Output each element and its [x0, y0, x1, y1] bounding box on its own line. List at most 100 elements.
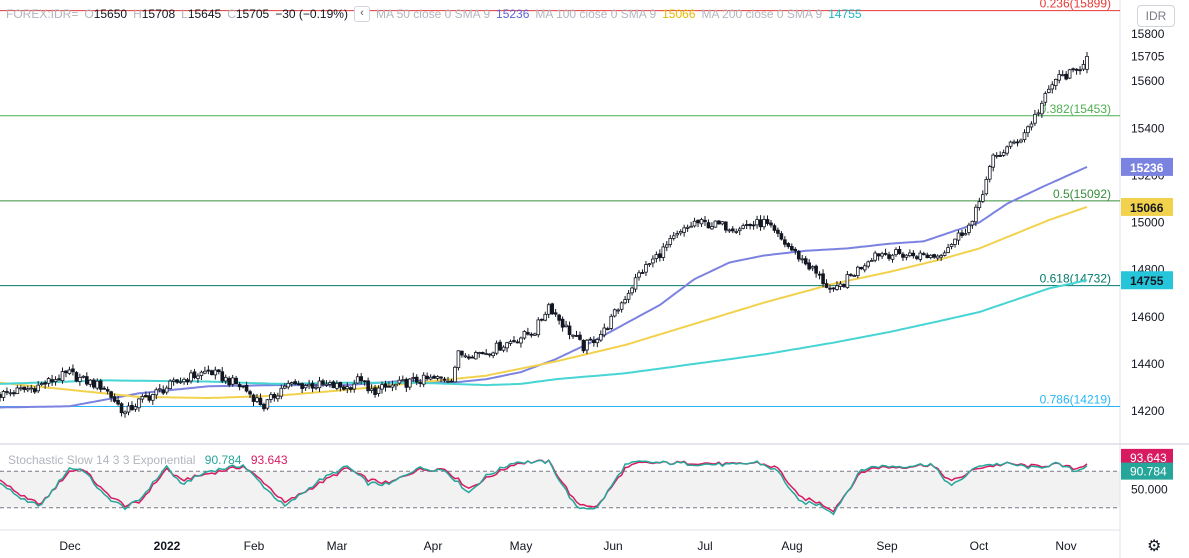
candle-body [428, 376, 433, 380]
candle-body [251, 394, 256, 402]
ma-line[interactable] [0, 279, 1088, 387]
candle-body [859, 267, 864, 270]
candle-body [706, 222, 711, 229]
candle-body [1001, 152, 1006, 156]
candle-body [855, 266, 860, 277]
stochastic-k-value: 90.784 [204, 453, 242, 467]
stochastic-axis-badge-label: 90.784 [1130, 465, 1167, 479]
candle-body [206, 369, 211, 372]
candle-body [970, 220, 975, 226]
candle-body [734, 231, 739, 233]
candle-body [230, 377, 235, 385]
candle-body [539, 318, 544, 321]
candle-body [71, 368, 75, 373]
candle-body [678, 231, 683, 234]
candle-body [130, 404, 134, 411]
candle-body [352, 383, 357, 390]
ma-line[interactable] [0, 205, 1088, 399]
candle-body [612, 309, 617, 317]
candle-body [98, 380, 103, 390]
candle-body [57, 378, 61, 381]
candle-body [189, 372, 193, 382]
candle-body [810, 266, 815, 269]
candle-body [144, 394, 148, 398]
currency-button[interactable]: IDR [1137, 5, 1175, 27]
candle-body [911, 252, 916, 257]
candle-body [25, 388, 30, 391]
gear-icon[interactable]: ⚙ [1147, 536, 1161, 556]
chart-legend: FOREX:IDR= O15650 H15708 L15645 C15705 −… [6, 6, 862, 22]
candle-body [595, 339, 600, 344]
candle-body [574, 335, 579, 337]
candle-body [265, 399, 270, 409]
candle-body [967, 224, 971, 233]
candle-body [414, 376, 419, 383]
candle-body [904, 254, 909, 258]
candle-body [915, 256, 919, 259]
candle-body [692, 220, 697, 227]
ma-line[interactable] [0, 165, 1088, 409]
candle-body [432, 375, 436, 379]
candle-body [814, 265, 818, 274]
candle-body [446, 380, 450, 383]
ma200-label[interactable]: MA 200 close 0 SMA 9 [702, 7, 823, 21]
candle-body [310, 383, 315, 389]
candle-body [473, 352, 478, 360]
candle-body [102, 387, 106, 390]
candle-body [605, 328, 610, 330]
candle-body [168, 380, 172, 389]
candle-body [109, 391, 113, 398]
candle-body [564, 324, 568, 328]
candle-body [182, 378, 186, 383]
candle-body [776, 229, 780, 234]
candle-body [981, 194, 985, 202]
close-value: 15705 [235, 7, 270, 21]
high-value: 15708 [141, 7, 176, 21]
candle-body [88, 379, 93, 385]
x-tick-label: Feb [244, 539, 265, 553]
candle-body [171, 379, 176, 382]
candle-body [338, 381, 343, 388]
candle-body [835, 285, 839, 290]
chevron-left-icon[interactable]: ‹ [353, 6, 370, 22]
fib-level-label: 0.382(15453) [1040, 102, 1111, 116]
x-tick-label: 2022 [154, 539, 181, 553]
candle-body [317, 380, 322, 389]
candle-body [921, 253, 926, 255]
candle-body [939, 255, 943, 258]
candle-body [39, 383, 44, 386]
candle-body [477, 352, 482, 354]
candle-body [845, 274, 850, 288]
symbol-label[interactable]: FOREX:IDR= [6, 7, 78, 21]
candle-body [494, 342, 499, 354]
candle-body [928, 254, 933, 259]
candle-body [380, 384, 384, 390]
candle-body [1040, 102, 1044, 115]
candle-body [262, 403, 266, 410]
candle-body [963, 233, 968, 236]
candle-body [199, 371, 204, 376]
open-value: 15650 [93, 7, 128, 21]
candle-body [1043, 93, 1048, 103]
candle-body [178, 381, 183, 384]
ma100-label[interactable]: MA 100 close 0 SMA 9 [535, 7, 656, 21]
candle-body [602, 327, 607, 336]
y-tick-label: 14600 [1131, 310, 1165, 324]
candle-body [46, 378, 51, 384]
candle-body [1026, 126, 1030, 134]
candle-body [248, 391, 252, 395]
candle-body [651, 258, 655, 264]
candle-body [800, 258, 805, 261]
candle-body [724, 221, 728, 231]
candle-body [543, 313, 548, 321]
candle-body [321, 380, 325, 385]
x-tick-label: Jun [603, 539, 622, 553]
ma50-label[interactable]: MA 50 close 0 SMA 9 [376, 7, 490, 21]
candle-body [342, 386, 346, 390]
candle-body [1078, 69, 1082, 72]
candle-body [741, 225, 745, 229]
ma200-value: 14755 [828, 7, 862, 21]
price-chart[interactable]: 0.236(15899)0.382(15453)0.5(15092)0.618(… [0, 0, 1189, 558]
stochastic-label[interactable]: Stochastic Slow 14 3 3 Exponential [8, 453, 195, 467]
candle-body [223, 376, 228, 382]
